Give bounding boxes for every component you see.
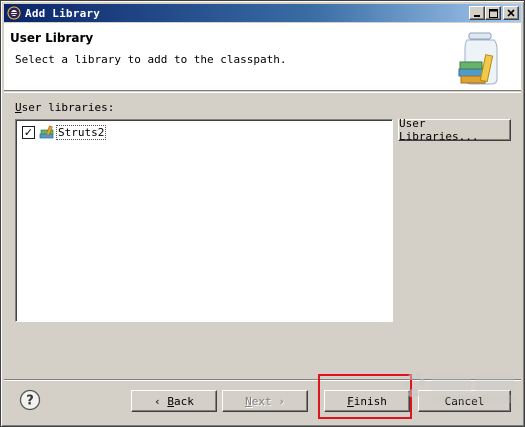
button-bar-separator bbox=[4, 379, 521, 381]
maximize-icon[interactable] bbox=[485, 6, 501, 20]
next-button[interactable]: Next › bbox=[222, 390, 308, 412]
header-divider bbox=[4, 92, 521, 93]
user-libraries-label: User libraries: bbox=[15, 101, 115, 114]
svg-text:?: ? bbox=[26, 394, 34, 409]
user-libraries-button[interactable]: User Libraries... bbox=[398, 117, 511, 143]
library-jar-icon bbox=[458, 32, 498, 85]
add-library-dialog: Add Library User Library Select a librar… bbox=[0, 0, 525, 427]
back-button[interactable]: ‹ Back bbox=[131, 390, 217, 412]
page-title: User Library bbox=[10, 31, 94, 45]
dialog-header: User Library Select a library to add to … bbox=[4, 23, 521, 91]
close-icon[interactable] bbox=[503, 6, 519, 20]
library-name: Struts2 bbox=[56, 124, 107, 140]
minimize-icon[interactable] bbox=[469, 6, 485, 20]
library-books-icon bbox=[39, 125, 54, 139]
finish-button[interactable]: Finish bbox=[324, 390, 410, 412]
library-checkbox[interactable]: ✓ bbox=[22, 125, 35, 139]
cancel-button[interactable]: Cancel bbox=[418, 390, 511, 412]
window-title: Add Library bbox=[25, 6, 101, 20]
title-bar[interactable]: Add Library bbox=[4, 4, 521, 22]
list-item[interactable]: ✓ Struts2 bbox=[22, 124, 107, 140]
user-libraries-list[interactable]: ✓ Struts2 bbox=[15, 119, 393, 322]
window-controls bbox=[469, 6, 519, 20]
eclipse-icon bbox=[6, 5, 22, 21]
page-description: Select a library to add to the classpath… bbox=[15, 53, 287, 66]
help-icon[interactable]: ? bbox=[19, 389, 41, 411]
